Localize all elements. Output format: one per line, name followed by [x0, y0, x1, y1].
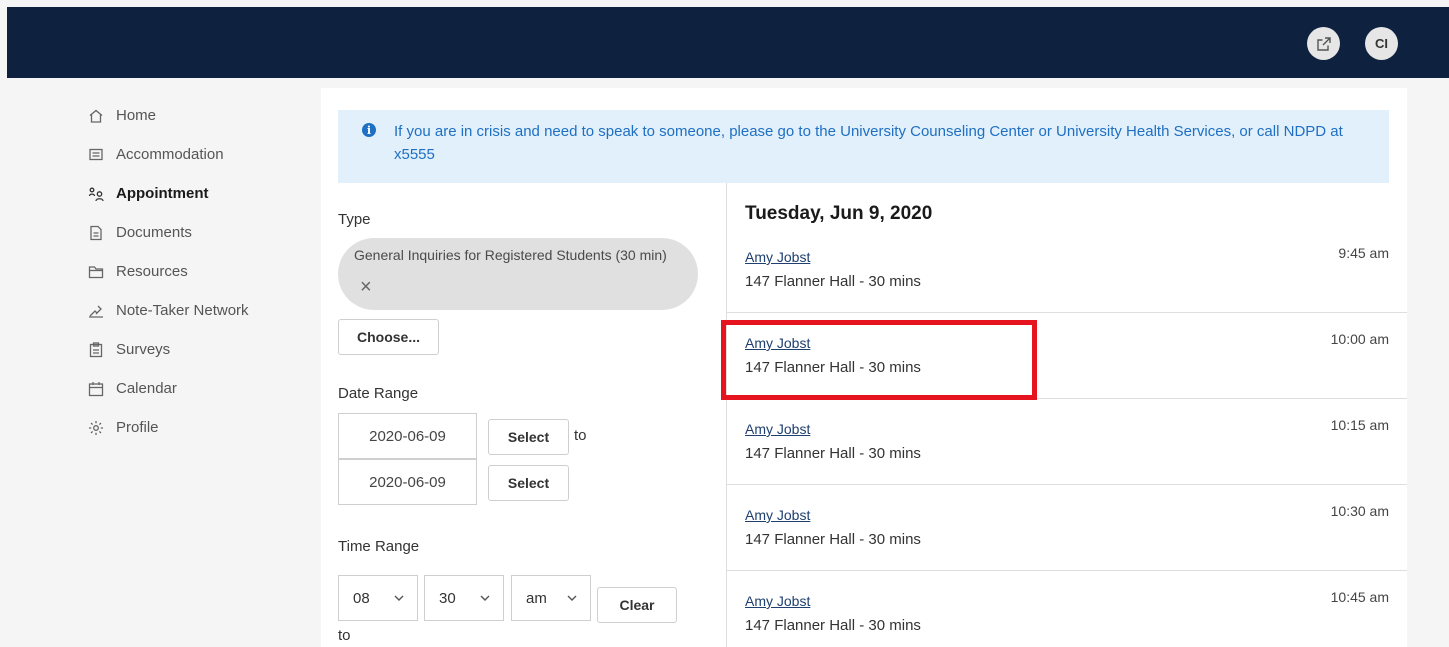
chevron-down-icon: [567, 595, 577, 601]
hour-value: 08: [353, 589, 370, 607]
external-link-icon: [1316, 36, 1331, 51]
clipboard-icon: [88, 341, 104, 358]
chevron-down-icon: [394, 595, 404, 601]
slot-location: 147 Flanner Hall - 30 mins: [745, 617, 921, 634]
sidebar-nav: Home Accommodation Appointment Documents…: [88, 96, 298, 447]
appointment-slots: Tuesday, Jun 9, 2020 Amy Jobst 147 Flann…: [727, 183, 1407, 647]
folder-icon: [88, 264, 104, 280]
date-range-label: Date Range: [338, 385, 419, 402]
alert-text: If you are in crisis and need to speak t…: [394, 123, 1343, 163]
select-from-date-button[interactable]: Select: [488, 419, 569, 455]
sidebar-item-profile[interactable]: Profile: [88, 408, 298, 447]
slot-location: 147 Flanner Hall - 30 mins: [745, 531, 921, 548]
sidebar-item-calendar[interactable]: Calendar: [88, 369, 298, 408]
sidebar-item-label: Documents: [116, 224, 192, 241]
note-icon: [88, 303, 104, 319]
appointment-slot[interactable]: Amy Jobst 147 Flanner Hall - 30 mins 10:…: [727, 485, 1407, 571]
day-title: Tuesday, Jun 9, 2020: [745, 203, 933, 224]
chevron-down-icon: [480, 595, 490, 601]
filters-panel: Type General Inquiries for Registered St…: [338, 183, 727, 647]
slot-time: 10:15 am: [1330, 417, 1389, 433]
sidebar-item-label: Appointment: [116, 185, 209, 202]
appointment-slot[interactable]: Amy Jobst 147 Flanner Hall - 30 mins 10:…: [727, 571, 1407, 647]
type-chip-label: General Inquiries for Registered Student…: [354, 247, 667, 263]
info-icon: i: [362, 123, 376, 137]
provider-link[interactable]: Amy Jobst: [745, 335, 810, 351]
provider-link[interactable]: Amy Jobst: [745, 507, 810, 523]
hour-select[interactable]: 08: [338, 575, 418, 621]
sidebar-item-label: Accommodation: [116, 146, 224, 163]
provider-link[interactable]: Amy Jobst: [745, 421, 810, 437]
sidebar-item-label: Calendar: [116, 380, 177, 397]
appointment-slot[interactable]: Amy Jobst 147 Flanner Hall - 30 mins 10:…: [727, 313, 1407, 399]
clear-time-button[interactable]: Clear: [597, 587, 677, 623]
sidebar-item-accommodation[interactable]: Accommodation: [88, 135, 298, 174]
sidebar-item-label: Surveys: [116, 341, 171, 358]
sidebar-item-resources[interactable]: Resources: [88, 252, 298, 291]
sidebar-item-label: Profile: [116, 419, 159, 436]
slot-time: 9:45 am: [1338, 245, 1389, 261]
time-to-label: to: [338, 627, 351, 644]
date-to-field[interactable]: 2020-06-09: [338, 459, 477, 505]
calendar-icon: [88, 381, 104, 397]
appointment-slot[interactable]: Amy Jobst 147 Flanner Hall - 30 mins 10:…: [727, 399, 1407, 485]
minute-select[interactable]: 30: [424, 575, 504, 621]
sidebar-item-appointment[interactable]: Appointment: [88, 174, 298, 213]
meridiem-select[interactable]: am: [511, 575, 591, 621]
remove-type-icon[interactable]: ×: [360, 276, 372, 299]
slot-location: 147 Flanner Hall - 30 mins: [745, 359, 921, 376]
gear-icon: [88, 420, 104, 436]
message-icon: [88, 147, 104, 163]
slot-time: 10:00 am: [1330, 331, 1389, 347]
slot-location: 147 Flanner Hall - 30 mins: [745, 445, 921, 462]
home-icon: [88, 108, 104, 124]
sidebar-item-label: Note-Taker Network: [116, 302, 249, 319]
type-chip: General Inquiries for Registered Student…: [338, 238, 698, 310]
sidebar-item-label: Resources: [116, 263, 188, 280]
sidebar-item-note-taker-network[interactable]: Note-Taker Network: [88, 291, 298, 330]
slot-time: 10:45 am: [1330, 589, 1389, 605]
type-label: Type: [338, 211, 371, 228]
time-range-label: Time Range: [338, 538, 420, 555]
meridiem-value: am: [526, 589, 547, 607]
provider-link[interactable]: Amy Jobst: [745, 249, 810, 265]
slot-location: 147 Flanner Hall - 30 mins: [745, 273, 921, 290]
crisis-alert: i If you are in crisis and need to speak…: [338, 110, 1389, 183]
people-icon: [88, 186, 104, 202]
sidebar-item-label: Home: [116, 107, 157, 124]
top-bar: CI: [7, 7, 1449, 78]
choose-button[interactable]: Choose...: [338, 319, 439, 355]
appointment-slot[interactable]: Amy Jobst 147 Flanner Hall - 30 mins 9:4…: [727, 227, 1407, 313]
minute-value: 30: [439, 589, 456, 607]
select-to-date-button[interactable]: Select: [488, 465, 569, 501]
external-link-button[interactable]: [1307, 27, 1340, 60]
to-label: to: [574, 427, 587, 444]
document-icon: [88, 225, 104, 241]
provider-link[interactable]: Amy Jobst: [745, 593, 810, 609]
user-avatar[interactable]: CI: [1365, 27, 1398, 60]
sidebar-item-documents[interactable]: Documents: [88, 213, 298, 252]
sidebar-item-surveys[interactable]: Surveys: [88, 330, 298, 369]
slot-time: 10:30 am: [1330, 503, 1389, 519]
date-from-field[interactable]: 2020-06-09: [338, 413, 477, 459]
sidebar-item-home[interactable]: Home: [88, 96, 298, 135]
